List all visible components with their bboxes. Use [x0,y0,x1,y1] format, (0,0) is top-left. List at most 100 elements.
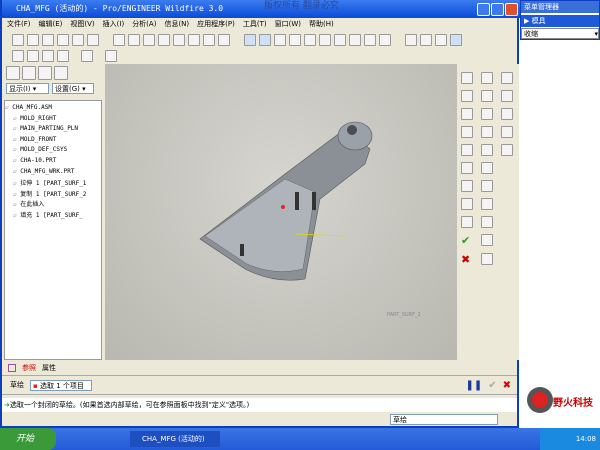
datum-axis-display-icon[interactable] [27,50,39,62]
split-icon[interactable] [481,198,493,210]
round-icon[interactable] [461,126,473,138]
show-dropdown[interactable]: 显示(I) ▾ [6,83,49,94]
saved-views-icon[interactable] [349,34,361,46]
pattern-icon[interactable] [461,144,473,156]
spin-center-display-icon[interactable] [81,50,93,62]
menu-info[interactable]: 信息(N) [164,18,189,30]
menu-help[interactable]: 帮助(H) [309,18,334,30]
tree-item[interactable]: ▱ MOLD_RIGHT [5,115,97,126]
minimize-button[interactable] [477,3,490,16]
tree-item[interactable]: ▱ MAIN_PARTING_PLN [5,125,97,136]
menu-insert[interactable]: 插入(I) [103,18,125,30]
repaint-icon[interactable] [244,34,256,46]
model-tree-tab-icon[interactable] [6,66,20,80]
cancel-icon[interactable]: ✖ [461,253,475,266]
csys-display-icon[interactable] [57,50,69,62]
menu-edit[interactable]: 编辑(E) [39,18,63,30]
axis-icon[interactable] [481,108,493,120]
zoom-in-icon[interactable] [289,34,301,46]
offset-icon[interactable] [461,216,473,228]
redo-icon[interactable] [128,34,140,46]
shrink-dropdown[interactable]: 收缩 ▾ [521,28,599,39]
sketch-icon[interactable] [481,72,493,84]
tree-item[interactable]: ▱ MOLD_FRONT [5,136,97,147]
close-button[interactable] [505,3,518,16]
tree-item[interactable]: ▱ 填充 1 [PART_SURF_ [5,210,97,221]
context-help-icon[interactable] [105,50,117,62]
plane-icon[interactable] [481,90,493,102]
start-button[interactable]: 开始 [0,428,56,450]
hole-icon[interactable] [501,72,513,84]
connections-tab-icon[interactable] [54,66,68,80]
paste-icon[interactable] [173,34,185,46]
mirror-icon[interactable] [501,144,513,156]
curve-icon[interactable] [481,126,493,138]
menu-tools[interactable]: 工具(T) [243,18,267,30]
menu-view[interactable]: 视图(V) [70,18,94,30]
menu-applications[interactable]: 应用程序(P) [197,18,235,30]
ok-icon[interactable]: ✔ [488,380,496,391]
layers-icon[interactable] [364,34,376,46]
wireframe-icon[interactable] [405,34,417,46]
analysis-icon[interactable] [481,162,493,174]
volume-icon[interactable] [481,216,493,228]
tree-item[interactable]: ▱ MOLD_DEF_CSYS [5,146,97,157]
settings-dropdown[interactable]: 设置(G) ▾ [52,83,94,94]
graphics-viewport[interactable]: PART_SURF_2 [105,64,457,360]
tree-item[interactable]: ▱ CHA_MFG_WRK.PRT [5,168,97,179]
pause-icon[interactable]: ❚❚ [465,380,482,391]
tree-item[interactable]: ▱ 拉伸 1 [PART_SURF_1 [5,178,97,189]
datum-point-display-icon[interactable] [42,50,54,62]
hidden-line-icon[interactable] [420,34,432,46]
tree-item[interactable]: ▱ CHA_MFG.ASM [5,104,97,115]
find-icon[interactable] [203,34,215,46]
panel-toggle-icon[interactable] [8,364,16,372]
tree-item[interactable]: ▱ CHA-10.PRT [5,157,97,168]
cancel-feature-icon[interactable]: ✖ [503,380,511,391]
reorient-icon[interactable] [334,34,346,46]
view-manager-icon[interactable] [379,34,391,46]
orient-icon[interactable] [274,34,286,46]
menu-window[interactable]: 窗口(W) [275,18,301,30]
trim-icon[interactable] [461,180,473,192]
tree-item[interactable]: ▱ 复制 1 [PART_SURF_2 [5,189,97,200]
shutoff-icon[interactable] [481,234,493,246]
revolve-icon[interactable] [461,72,473,84]
shading-icon[interactable] [450,34,462,46]
favorites-tab-icon[interactable] [38,66,52,80]
save-icon[interactable] [42,34,54,46]
chamfer-icon[interactable] [501,126,513,138]
no-hidden-icon[interactable] [435,34,447,46]
filter-dropdown[interactable]: 草绘 [390,414,498,425]
menu-file[interactable]: 文件(F) [7,18,31,30]
new-icon[interactable] [12,34,24,46]
accept-icon[interactable]: ✔ [461,234,475,247]
parting-surface-icon[interactable] [481,180,493,192]
merge-icon[interactable] [461,162,473,174]
refit-icon[interactable] [319,34,331,46]
draft-icon[interactable] [501,108,513,120]
tree-item[interactable]: ▱ 在此插入 [5,199,97,210]
paste-special-icon[interactable] [188,34,200,46]
taskbar-task[interactable]: CHA_MFG (活动的) [130,431,220,447]
skirt-icon[interactable] [481,253,493,265]
extend-icon[interactable] [461,198,473,210]
print-icon[interactable] [57,34,69,46]
shell-icon[interactable] [501,90,513,102]
undo-icon[interactable] [113,34,125,46]
sketch-collector[interactable]: ▪ 选取 1 个项目 [30,379,92,391]
spin-center-icon[interactable] [259,34,271,46]
menu-item-mold[interactable]: ▶ 模具 [521,15,599,27]
rib-icon[interactable] [461,108,473,120]
csys-icon[interactable] [481,144,493,156]
maximize-button[interactable] [491,3,504,16]
folder-browser-tab-icon[interactable] [22,66,36,80]
datum-plane-display-icon[interactable] [12,50,24,62]
select-box-icon[interactable] [218,34,230,46]
copy-icon[interactable] [158,34,170,46]
cut-icon[interactable] [143,34,155,46]
tab-properties[interactable]: 属性 [42,363,56,373]
extrude-icon[interactable] [461,90,473,102]
zoom-out-icon[interactable] [304,34,316,46]
tab-references[interactable]: 参照 [22,363,36,373]
